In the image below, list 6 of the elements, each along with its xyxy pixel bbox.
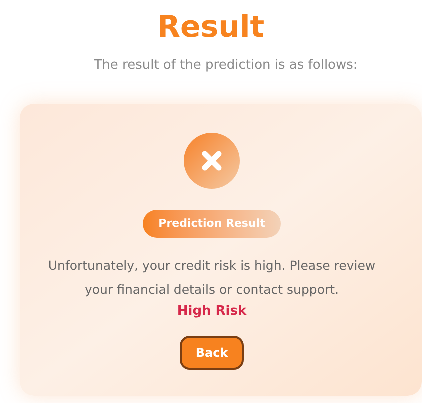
back-button[interactable]: Back	[180, 336, 244, 370]
result-badge: Prediction Result	[142, 210, 282, 238]
risk-level: High Risk	[177, 303, 247, 321]
result-message: Unfortunately, your credit risk is high. Please review your financial details or contact support.	[47, 257, 377, 299]
page-title: Result	[157, 9, 265, 47]
page-subtitle: The result of the prediction is as follows:	[93, 57, 358, 75]
